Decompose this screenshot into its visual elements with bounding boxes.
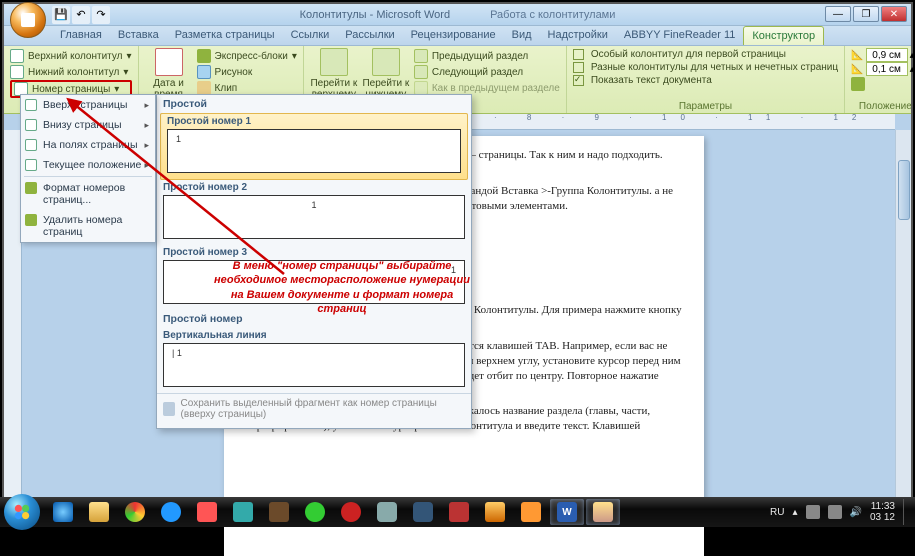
pn-format[interactable]: Формат номеров страниц...: [21, 178, 155, 210]
opt-first-page[interactable]: Особый колонтитул для первой страницы: [573, 48, 838, 61]
footer-button[interactable]: Нижний колонтитул ▾: [10, 64, 132, 80]
tab-view[interactable]: Вид: [504, 26, 540, 45]
group-options: Особый колонтитул для первой страницы Ра…: [567, 46, 845, 113]
taskbar-skype-icon[interactable]: [154, 499, 188, 525]
preview: 1: [163, 195, 465, 239]
minimize-button[interactable]: —: [825, 6, 851, 22]
window-title: Колонтитулы - Microsoft Word: [300, 9, 450, 21]
taskbar-ie-icon[interactable]: [46, 499, 80, 525]
quickparts-button[interactable]: Экспресс-блоки ▾: [197, 48, 297, 64]
tray-volume-icon[interactable]: 🔊: [850, 507, 862, 518]
tab-home[interactable]: Главная: [52, 26, 110, 45]
tab-layout[interactable]: Разметка страницы: [167, 26, 283, 45]
vertical-scrollbar[interactable]: [895, 130, 911, 501]
page-number-gallery: Простой Простой номер 1 1 Простой номер …: [156, 94, 472, 429]
date-time-button[interactable]: Дата и время: [145, 48, 193, 100]
titlebar: 💾 ↶ ↷ Колонтитулы - Microsoft Word Работ…: [4, 4, 911, 26]
tray-expand-icon[interactable]: ▴: [792, 507, 797, 518]
qa-redo-icon[interactable]: ↷: [92, 6, 110, 24]
taskbar-app-icon[interactable]: [406, 499, 440, 525]
group-label: Положение: [851, 101, 915, 112]
taskbar-app-icon[interactable]: [226, 499, 260, 525]
picture-button[interactable]: Рисунок: [197, 64, 297, 80]
taskbar-app-icon[interactable]: [442, 499, 476, 525]
pn-current-position[interactable]: Текущее положение▸: [21, 155, 155, 175]
pn-top-of-page[interactable]: Вверху страницы▸: [21, 95, 155, 115]
tab-abbyy[interactable]: ABBYY FineReader 11: [616, 26, 744, 45]
gallery-item-4[interactable]: Вертикальная линия | 1: [157, 328, 471, 393]
taskbar-word-icon[interactable]: W: [550, 499, 584, 525]
close-button[interactable]: ✕: [881, 6, 907, 22]
gallery-heading: Простой: [157, 95, 471, 113]
tray-lang[interactable]: RU: [770, 507, 784, 518]
quick-access-toolbar: 💾 ↶ ↷: [52, 6, 110, 24]
gallery-item-1[interactable]: Простой номер 1 1: [160, 113, 468, 180]
scroll-thumb[interactable]: [898, 160, 910, 220]
maximize-button[interactable]: ❐: [853, 6, 879, 22]
tab-designer[interactable]: Конструктор: [743, 26, 824, 45]
gallery-heading: Простой номер: [157, 310, 471, 328]
opt-odd-even[interactable]: Разные колонтитулы для четных и нечетных…: [573, 61, 838, 74]
gallery-item-3[interactable]: Простой номер 3 1: [157, 245, 471, 310]
tray-flag-icon[interactable]: [806, 505, 820, 519]
tab-mailings[interactable]: Рассылки: [337, 26, 402, 45]
show-desktop-button[interactable]: [903, 499, 911, 525]
tray-network-icon[interactable]: [828, 505, 842, 519]
preview: 1: [167, 129, 461, 173]
save-icon: [163, 402, 175, 416]
pn-page-margins[interactable]: На полях страницы▸: [21, 135, 155, 155]
preview: 1: [163, 260, 465, 304]
qa-undo-icon[interactable]: ↶: [72, 6, 90, 24]
page-number-menu: Вверху страницы▸ Внизу страницы▸ На поля…: [20, 94, 156, 243]
tab-insert[interactable]: Вставка: [110, 26, 167, 45]
taskbar-explorer-icon[interactable]: [82, 499, 116, 525]
ribbon-tabs: Главная Вставка Разметка страницы Ссылки…: [4, 26, 911, 46]
taskbar-app-icon[interactable]: [190, 499, 224, 525]
gallery-item-2[interactable]: Простой номер 2 1: [157, 180, 471, 245]
prev-section-button[interactable]: Предыдущий раздел: [414, 48, 560, 64]
opt-show-doc[interactable]: Показать текст документа: [573, 74, 838, 87]
tab-references[interactable]: Ссылки: [283, 26, 338, 45]
taskbar-app-icon[interactable]: [586, 499, 620, 525]
preview: | 1: [163, 343, 465, 387]
taskbar-opera-icon[interactable]: [334, 499, 368, 525]
system-tray: RU ▴ 🔊 11:33 03 12: [770, 499, 911, 525]
gallery-save-selection[interactable]: Сохранить выделенный фрагмент как номер …: [157, 393, 471, 424]
next-section-button[interactable]: Следующий раздел: [414, 64, 560, 80]
tab-review[interactable]: Рецензирование: [403, 26, 504, 45]
tab-addins[interactable]: Надстройки: [540, 26, 616, 45]
group-position: 📐▴▾ 📐▴▾ Положение: [845, 46, 915, 113]
taskbar-utorrent-icon[interactable]: [298, 499, 332, 525]
office-button[interactable]: [10, 2, 46, 38]
qa-save-icon[interactable]: 💾: [52, 6, 70, 24]
taskbar-app-icon[interactable]: [370, 499, 404, 525]
taskbar-chrome-icon[interactable]: [118, 499, 152, 525]
windows-taskbar: W RU ▴ 🔊 11:33 03 12: [0, 497, 915, 527]
pn-bottom-of-page[interactable]: Внизу страницы▸: [21, 115, 155, 135]
taskbar-app-icon[interactable]: [262, 499, 296, 525]
tray-clock[interactable]: 11:33 03 12: [870, 501, 895, 523]
insert-tab-button[interactable]: [851, 76, 915, 92]
header-from-top-spinner[interactable]: 📐▴▾: [851, 48, 915, 62]
pn-remove[interactable]: Удалить номера страниц: [21, 210, 155, 242]
header-button[interactable]: Верхний колонтитул ▾: [10, 48, 132, 64]
group-label: Параметры: [573, 101, 838, 112]
taskbar-app-icon[interactable]: [514, 499, 548, 525]
context-title: Работа с колонтитулами: [490, 9, 615, 21]
taskbar-app-icon[interactable]: [478, 499, 512, 525]
footer-from-bottom-spinner[interactable]: 📐▴▾: [851, 62, 915, 76]
